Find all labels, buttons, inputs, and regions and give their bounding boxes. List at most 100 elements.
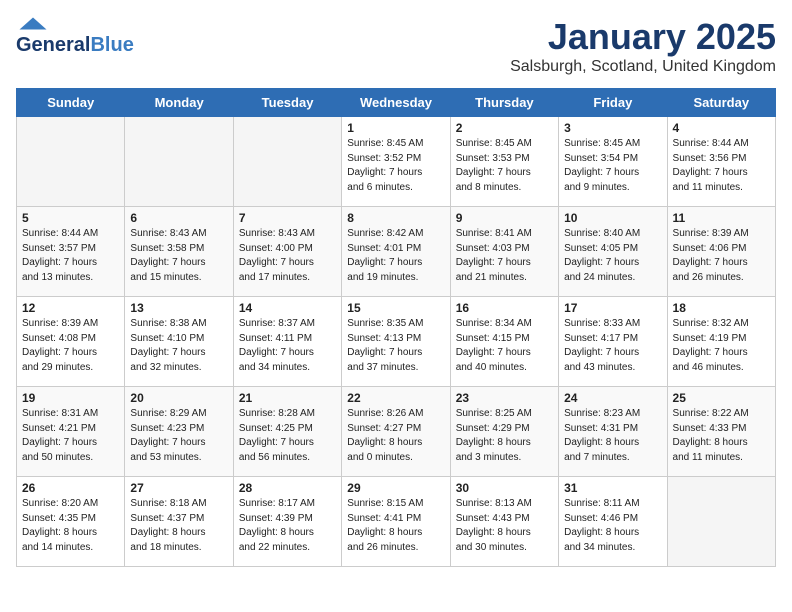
day-info: Sunrise: 8:42 AM Sunset: 4:01 PM Dayligh… (347, 227, 444, 285)
table-row (667, 477, 775, 567)
day-info: Sunrise: 8:11 AM Sunset: 4:46 PM Dayligh… (564, 497, 661, 555)
logo: GeneralBlue (16, 16, 134, 57)
table-row: 28 Sunrise: 8:17 AM Sunset: 4:39 PM Dayli… (233, 477, 341, 567)
day-number: 10 (564, 211, 661, 225)
logo-blue-text: Blue (90, 34, 133, 56)
day-info: Sunrise: 8:39 AM Sunset: 4:06 PM Dayligh… (673, 227, 770, 285)
day-info: Sunrise: 8:41 AM Sunset: 4:03 PM Dayligh… (456, 227, 553, 285)
day-number: 7 (239, 211, 336, 225)
table-row: 8 Sunrise: 8:42 AM Sunset: 4:01 PM Daylig… (342, 207, 450, 297)
table-row: 10 Sunrise: 8:40 AM Sunset: 4:05 PM Dayli… (559, 207, 667, 297)
day-info: Sunrise: 8:17 AM Sunset: 4:39 PM Dayligh… (239, 497, 336, 555)
day-number: 2 (456, 121, 553, 135)
day-number: 31 (564, 481, 661, 495)
day-number: 8 (347, 211, 444, 225)
day-number: 28 (239, 481, 336, 495)
day-info: Sunrise: 8:18 AM Sunset: 4:37 PM Dayligh… (130, 497, 227, 555)
day-info: Sunrise: 8:38 AM Sunset: 4:10 PM Dayligh… (130, 317, 227, 375)
day-number: 22 (347, 391, 444, 405)
day-info: Sunrise: 8:32 AM Sunset: 4:19 PM Dayligh… (673, 317, 770, 375)
table-row: 17 Sunrise: 8:33 AM Sunset: 4:17 PM Dayli… (559, 297, 667, 387)
table-row: 25 Sunrise: 8:22 AM Sunset: 4:33 PM Dayli… (667, 387, 775, 477)
calendar-subtitle: Salsburgh, Scotland, United Kingdom (510, 58, 776, 76)
calendar-week-row: 5 Sunrise: 8:44 AM Sunset: 3:57 PM Daylig… (17, 207, 776, 297)
day-info: Sunrise: 8:29 AM Sunset: 4:23 PM Dayligh… (130, 407, 227, 465)
table-row: 6 Sunrise: 8:43 AM Sunset: 3:58 PM Daylig… (125, 207, 233, 297)
day-number: 6 (130, 211, 227, 225)
calendar-week-row: 1 Sunrise: 8:45 AM Sunset: 3:52 PM Daylig… (17, 117, 776, 207)
day-info: Sunrise: 8:15 AM Sunset: 4:41 PM Dayligh… (347, 497, 444, 555)
table-row (17, 117, 125, 207)
table-row: 4 Sunrise: 8:44 AM Sunset: 3:56 PM Daylig… (667, 117, 775, 207)
table-row: 23 Sunrise: 8:25 AM Sunset: 4:29 PM Dayli… (450, 387, 558, 477)
calendar-week-row: 26 Sunrise: 8:20 AM Sunset: 4:35 PM Dayli… (17, 477, 776, 567)
table-row: 9 Sunrise: 8:41 AM Sunset: 4:03 PM Daylig… (450, 207, 558, 297)
table-row: 2 Sunrise: 8:45 AM Sunset: 3:53 PM Daylig… (450, 117, 558, 207)
table-row (125, 117, 233, 207)
day-info: Sunrise: 8:31 AM Sunset: 4:21 PM Dayligh… (22, 407, 119, 465)
header-thursday: Thursday (450, 89, 558, 117)
header-sunday: Sunday (17, 89, 125, 117)
day-number: 29 (347, 481, 444, 495)
day-number: 23 (456, 391, 553, 405)
day-number: 24 (564, 391, 661, 405)
day-number: 26 (22, 481, 119, 495)
day-info: Sunrise: 8:13 AM Sunset: 4:43 PM Dayligh… (456, 497, 553, 555)
day-number: 4 (673, 121, 770, 135)
table-row (233, 117, 341, 207)
day-number: 5 (22, 211, 119, 225)
day-number: 14 (239, 301, 336, 315)
table-row: 22 Sunrise: 8:26 AM Sunset: 4:27 PM Dayli… (342, 387, 450, 477)
day-info: Sunrise: 8:25 AM Sunset: 4:29 PM Dayligh… (456, 407, 553, 465)
day-info: Sunrise: 8:20 AM Sunset: 4:35 PM Dayligh… (22, 497, 119, 555)
day-number: 20 (130, 391, 227, 405)
day-number: 1 (347, 121, 444, 135)
calendar-week-row: 12Sunrise: 8:39 AM Sunset: 4:08 PM Dayli… (17, 297, 776, 387)
day-info: Sunrise: 8:39 AM Sunset: 4:08 PM Dayligh… (22, 317, 119, 375)
day-number: 27 (130, 481, 227, 495)
table-row: 14 Sunrise: 8:37 AM Sunset: 4:11 PM Dayli… (233, 297, 341, 387)
day-number: 16 (456, 301, 553, 315)
table-row: 1 Sunrise: 8:45 AM Sunset: 3:52 PM Daylig… (342, 117, 450, 207)
day-info: Sunrise: 8:34 AM Sunset: 4:15 PM Dayligh… (456, 317, 553, 375)
table-row: 21Sunrise: 8:28 AM Sunset: 4:25 PM Dayli… (233, 387, 341, 477)
table-row: 18 Sunrise: 8:32 AM Sunset: 4:19 PM Dayli… (667, 297, 775, 387)
day-info: Sunrise: 8:44 AM Sunset: 3:57 PM Dayligh… (22, 227, 119, 285)
table-row: 5 Sunrise: 8:44 AM Sunset: 3:57 PM Daylig… (17, 207, 125, 297)
day-info: Sunrise: 8:33 AM Sunset: 4:17 PM Dayligh… (564, 317, 661, 375)
day-info: Sunrise: 8:22 AM Sunset: 4:33 PM Dayligh… (673, 407, 770, 465)
table-row: 13Sunrise: 8:38 AM Sunset: 4:10 PM Dayli… (125, 297, 233, 387)
day-number: 21 (239, 391, 336, 405)
table-row: 27 Sunrise: 8:18 AM Sunset: 4:37 PM Dayli… (125, 477, 233, 567)
table-row: 16 Sunrise: 8:34 AM Sunset: 4:15 PM Dayli… (450, 297, 558, 387)
table-row: 26 Sunrise: 8:20 AM Sunset: 4:35 PM Dayli… (17, 477, 125, 567)
calendar-header-row: Sunday Monday Tuesday Wednesday Thursday… (17, 89, 776, 117)
day-number: 15 (347, 301, 444, 315)
table-row: 24Sunrise: 8:23 AM Sunset: 4:31 PM Dayli… (559, 387, 667, 477)
day-number: 3 (564, 121, 661, 135)
day-info: Sunrise: 8:44 AM Sunset: 3:56 PM Dayligh… (673, 137, 770, 195)
header-friday: Friday (559, 89, 667, 117)
day-number: 18 (673, 301, 770, 315)
day-info: Sunrise: 8:43 AM Sunset: 4:00 PM Dayligh… (239, 227, 336, 285)
day-info: Sunrise: 8:37 AM Sunset: 4:11 PM Dayligh… (239, 317, 336, 375)
logo-icon (18, 16, 48, 34)
day-info: Sunrise: 8:26 AM Sunset: 4:27 PM Dayligh… (347, 407, 444, 465)
calendar-week-row: 19Sunrise: 8:31 AM Sunset: 4:21 PM Dayli… (17, 387, 776, 477)
table-row: 29 Sunrise: 8:15 AM Sunset: 4:41 PM Dayli… (342, 477, 450, 567)
day-number: 25 (673, 391, 770, 405)
logo-general-text: General (16, 34, 90, 56)
table-row: 12Sunrise: 8:39 AM Sunset: 4:08 PM Dayli… (17, 297, 125, 387)
header-saturday: Saturday (667, 89, 775, 117)
day-info: Sunrise: 8:40 AM Sunset: 4:05 PM Dayligh… (564, 227, 661, 285)
day-info: Sunrise: 8:43 AM Sunset: 3:58 PM Dayligh… (130, 227, 227, 285)
table-row: 31 Sunrise: 8:11 AM Sunset: 4:46 PM Dayli… (559, 477, 667, 567)
day-info: Sunrise: 8:45 AM Sunset: 3:52 PM Dayligh… (347, 137, 444, 195)
page-header: GeneralBlue January 2025 Salsburgh, Scot… (16, 16, 776, 76)
day-number: 9 (456, 211, 553, 225)
day-number: 17 (564, 301, 661, 315)
day-info: Sunrise: 8:45 AM Sunset: 3:53 PM Dayligh… (456, 137, 553, 195)
title-section: January 2025 Salsburgh, Scotland, United… (510, 16, 776, 76)
table-row: 30Sunrise: 8:13 AM Sunset: 4:43 PM Dayli… (450, 477, 558, 567)
header-monday: Monday (125, 89, 233, 117)
